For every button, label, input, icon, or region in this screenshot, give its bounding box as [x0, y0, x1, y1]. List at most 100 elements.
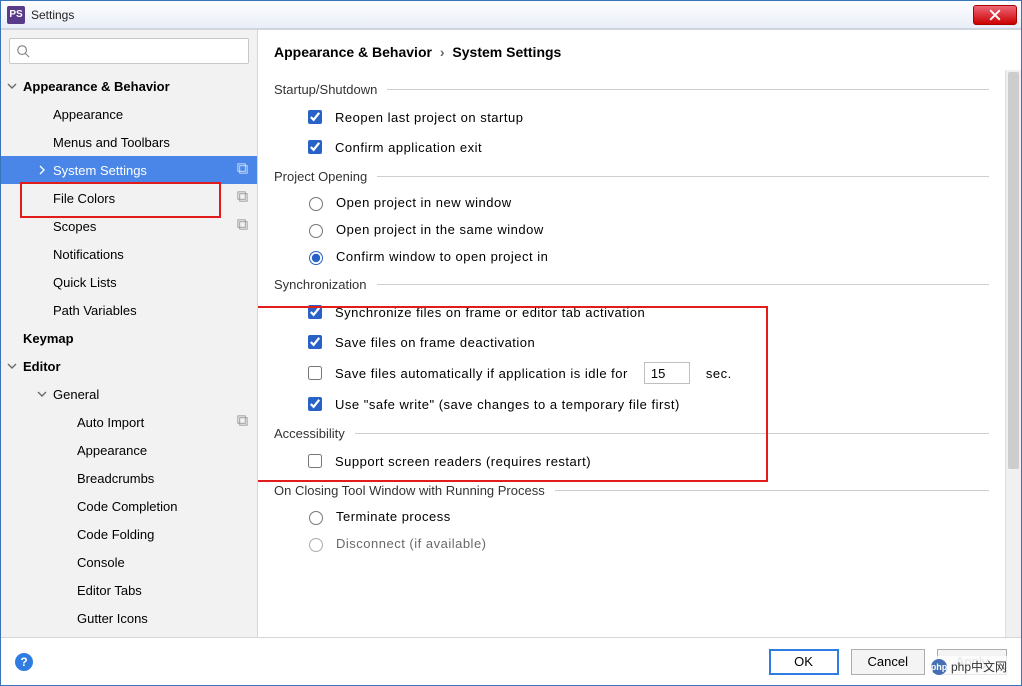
group-closing-tool-window: On Closing Tool Window with Running Proc… [274, 483, 989, 552]
tree-label: Breadcrumbs [77, 471, 154, 486]
option-label: Support screen readers (requires restart… [335, 454, 591, 469]
tree-label: Scopes [53, 219, 96, 234]
main-scroll-wrap: Startup/Shutdown Reopen last project on … [258, 70, 1021, 637]
tree-label: Menus and Toolbars [53, 135, 170, 150]
tree-gutter-icons[interactable]: Gutter Icons [1, 604, 257, 632]
tree-label: System Settings [53, 163, 147, 178]
radio-confirm-window[interactable] [309, 251, 323, 265]
option-label: Synchronize files on frame or editor tab… [335, 305, 645, 320]
radio-disconnect[interactable] [309, 538, 323, 552]
tree-appearance[interactable]: Appearance [1, 100, 257, 128]
group-title: Startup/Shutdown [274, 82, 377, 97]
project-scope-icon [236, 162, 249, 178]
group-project-opening: Project Opening Open project in new wind… [274, 169, 989, 265]
group-startup: Startup/Shutdown Reopen last project on … [274, 82, 989, 157]
sidebar: Appearance & Behavior Appearance Menus a… [1, 30, 258, 637]
project-scope-icon [236, 190, 249, 206]
search-wrap [1, 30, 257, 72]
tree-label: General [53, 387, 99, 402]
tree-label: Gutter Icons [77, 611, 148, 626]
option-label: Disconnect (if available) [336, 536, 487, 551]
tree-notifications[interactable]: Notifications [1, 240, 257, 268]
close-button[interactable] [973, 5, 1017, 25]
radio-open-new-window[interactable] [309, 197, 323, 211]
input-idle-seconds[interactable] [644, 362, 690, 384]
group-title: Synchronization [274, 277, 367, 292]
window-title: Settings [31, 8, 973, 22]
option-label-suffix: sec. [706, 366, 732, 381]
checkbox-save-idle[interactable] [308, 366, 322, 380]
tree-scopes[interactable]: Scopes [1, 212, 257, 240]
separator [387, 89, 989, 90]
tree-keymap[interactable]: Keymap [1, 324, 257, 352]
checkbox-sync-on-activation[interactable] [308, 305, 322, 319]
watermark: php php中文网 [925, 656, 1013, 677]
group-title: Accessibility [274, 426, 345, 441]
radio-terminate-process[interactable] [309, 511, 323, 525]
tree-label: Path Variables [53, 303, 137, 318]
scrollbar-thumb[interactable] [1008, 72, 1019, 469]
tree-editor-appearance[interactable]: Appearance [1, 436, 257, 464]
ok-button[interactable]: OK [769, 649, 839, 675]
chevron-down-icon [37, 389, 47, 399]
button-label: Cancel [868, 654, 908, 669]
separator [377, 176, 989, 177]
chevron-right-icon [37, 165, 47, 175]
breadcrumb-part: Appearance & Behavior [274, 44, 432, 60]
separator [355, 433, 989, 434]
chevron-down-icon [7, 361, 17, 371]
option-label: Save files automatically if application … [335, 366, 628, 381]
search-input[interactable] [34, 43, 242, 60]
tree-editor-tabs[interactable]: Editor Tabs [1, 576, 257, 604]
tree-menus-toolbars[interactable]: Menus and Toolbars [1, 128, 257, 156]
tree-label: Appearance & Behavior [23, 79, 170, 94]
tree-label: Appearance [53, 107, 123, 122]
tree-system-settings[interactable]: System Settings [1, 156, 257, 184]
option-label: Open project in the same window [336, 222, 544, 237]
project-scope-icon [236, 218, 249, 234]
tree-appearance-behavior[interactable]: Appearance & Behavior [1, 72, 257, 100]
tree-label: File Colors [53, 191, 115, 206]
settings-window: PS Settings A [0, 0, 1022, 686]
tree-label: Editor Tabs [77, 583, 142, 598]
tree-editor[interactable]: Editor [1, 352, 257, 380]
main-panel: Appearance & Behavior › System Settings … [258, 30, 1021, 637]
tree-label: Appearance [77, 443, 147, 458]
cancel-button[interactable]: Cancel [851, 649, 925, 675]
search-box[interactable] [9, 38, 249, 64]
vertical-scrollbar[interactable] [1005, 70, 1021, 637]
help-button[interactable]: ? [15, 653, 33, 671]
tree-label: Keymap [23, 331, 74, 346]
separator [555, 490, 989, 491]
option-label: Terminate process [336, 509, 451, 524]
settings-tree[interactable]: Appearance & Behavior Appearance Menus a… [1, 72, 257, 637]
checkbox-screen-readers[interactable] [308, 454, 322, 468]
tree-file-colors[interactable]: File Colors [1, 184, 257, 212]
tree-label: Console [77, 555, 125, 570]
close-icon [989, 9, 1001, 21]
tree-breadcrumbs[interactable]: Breadcrumbs [1, 464, 257, 492]
watermark-text: php中文网 [951, 658, 1007, 675]
group-title: Project Opening [274, 169, 367, 184]
content-area: Appearance & Behavior Appearance Menus a… [1, 29, 1021, 637]
radio-open-same-window[interactable] [309, 224, 323, 238]
tree-label: Quick Lists [53, 275, 117, 290]
tree-quick-lists[interactable]: Quick Lists [1, 268, 257, 296]
option-label: Save files on frame deactivation [335, 335, 535, 350]
checkbox-safe-write[interactable] [308, 397, 322, 411]
main-content: Startup/Shutdown Reopen last project on … [258, 70, 1005, 637]
group-title: On Closing Tool Window with Running Proc… [274, 483, 545, 498]
tree-code-folding[interactable]: Code Folding [1, 520, 257, 548]
tree-label: Editor [23, 359, 61, 374]
tree-path-variables[interactable]: Path Variables [1, 296, 257, 324]
tree-code-completion[interactable]: Code Completion [1, 492, 257, 520]
breadcrumb-part: System Settings [452, 44, 561, 60]
dialog-footer: ? OK Cancel Apply [1, 637, 1021, 685]
tree-auto-import[interactable]: Auto Import [1, 408, 257, 436]
checkbox-reopen-last-project[interactable] [308, 110, 322, 124]
checkbox-confirm-exit[interactable] [308, 140, 322, 154]
breadcrumb: Appearance & Behavior › System Settings [258, 30, 1021, 70]
tree-console[interactable]: Console [1, 548, 257, 576]
checkbox-save-on-deactivation[interactable] [308, 335, 322, 349]
tree-editor-general[interactable]: General [1, 380, 257, 408]
